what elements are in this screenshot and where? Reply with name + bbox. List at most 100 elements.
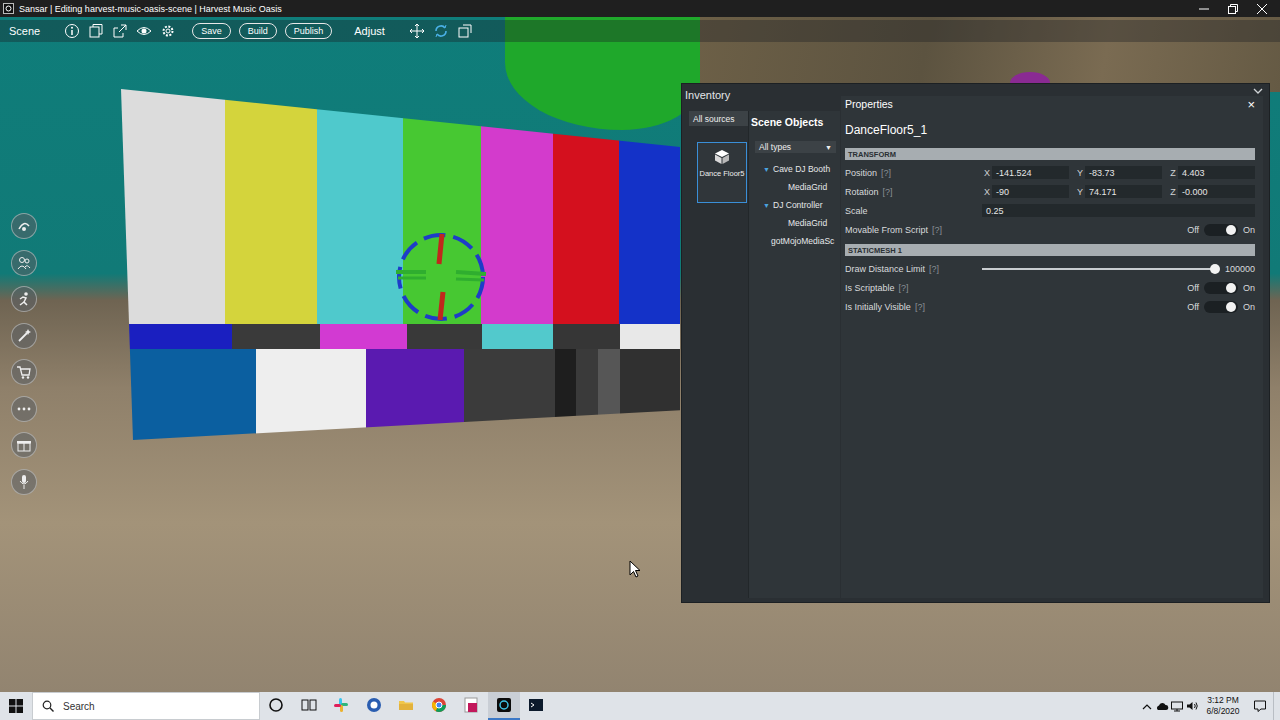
color-bar bbox=[121, 89, 225, 324]
label-text: Position bbox=[845, 168, 877, 178]
tree-item[interactable]: MediaGrid bbox=[749, 214, 840, 232]
restore-button[interactable] bbox=[1218, 0, 1247, 17]
help-link[interactable]: [?] bbox=[929, 264, 939, 274]
window-title: Sansar | Editing harvest-music-oasis-sce… bbox=[19, 4, 282, 14]
chevron-up-tray-button[interactable] bbox=[1139, 692, 1154, 720]
fly-tool-button[interactable] bbox=[11, 213, 37, 239]
cortana-icon bbox=[268, 697, 284, 713]
adjust-label[interactable]: Adjust bbox=[354, 25, 385, 37]
tree-item[interactable]: ▼DJ Controller bbox=[749, 196, 840, 214]
scene-viewport[interactable]: SceneSaveBuildPublishAdjustInventoryAll … bbox=[0, 17, 1280, 692]
save-button[interactable]: Save bbox=[192, 23, 231, 39]
inventory-source-filter[interactable]: All sources bbox=[689, 111, 749, 126]
inventory-item[interactable]: Dance Floor5 bbox=[697, 142, 747, 203]
microphone-icon bbox=[16, 474, 32, 490]
more-tool-button[interactable] bbox=[11, 396, 37, 422]
slider-track[interactable] bbox=[982, 268, 1215, 270]
gear-icon[interactable] bbox=[160, 23, 176, 39]
slider-reading: 100000 bbox=[1223, 264, 1255, 274]
people-icon bbox=[16, 255, 32, 271]
taskbar-app[interactable] bbox=[520, 692, 553, 720]
close-button[interactable]: × bbox=[1247, 98, 1255, 111]
scene-objects-header: Scene Objects bbox=[749, 111, 840, 133]
cloud-tray-button[interactable] bbox=[1154, 692, 1169, 720]
copy-icon[interactable] bbox=[88, 23, 104, 39]
number-field[interactable]: 4.403 bbox=[1178, 166, 1255, 179]
scale-icon[interactable] bbox=[457, 23, 473, 39]
number-field[interactable]: 74.171 bbox=[1085, 185, 1162, 198]
start-button[interactable] bbox=[0, 692, 32, 720]
type-filter[interactable]: All types▼ bbox=[755, 141, 836, 153]
color-bars-screen[interactable] bbox=[121, 89, 680, 440]
expand-arrow[interactable]: ▼ bbox=[763, 202, 773, 209]
sansar-logo-icon bbox=[3, 3, 14, 14]
number-field[interactable]: -90 bbox=[992, 185, 1069, 198]
left-tool-column bbox=[11, 213, 37, 495]
run-tool-button[interactable] bbox=[11, 286, 37, 312]
property-label: Draw Distance Limit[?] bbox=[845, 264, 982, 274]
help-link[interactable]: [?] bbox=[915, 302, 925, 312]
property-label: Position [?] bbox=[845, 168, 982, 178]
chrome-icon bbox=[431, 697, 447, 713]
network-tray-button[interactable] bbox=[1169, 692, 1184, 720]
scene-label[interactable]: Scene bbox=[9, 25, 40, 37]
restore-icon bbox=[1228, 4, 1238, 14]
taskbar-app[interactable] bbox=[455, 692, 488, 720]
taskbar-app[interactable] bbox=[325, 692, 358, 720]
editor-toolbar: Scene Save Build Publish Adjust bbox=[0, 20, 1280, 42]
color-bar bbox=[553, 324, 620, 349]
search-box[interactable]: Search bbox=[32, 692, 260, 720]
axis-label: Z bbox=[1168, 168, 1178, 178]
gift-tool-button[interactable] bbox=[11, 432, 37, 458]
toggle-switch[interactable] bbox=[1204, 301, 1238, 313]
publish-button[interactable]: Publish bbox=[285, 23, 333, 39]
section-title: TRANSFORM bbox=[848, 150, 896, 159]
item-label: Dance Floor5 bbox=[699, 169, 744, 178]
close-button[interactable] bbox=[1247, 0, 1276, 17]
help-link[interactable]: [?] bbox=[932, 225, 942, 235]
help-link[interactable]: [?] bbox=[883, 187, 893, 197]
build-button[interactable]: Build bbox=[239, 23, 277, 39]
mouse-cursor-icon bbox=[629, 560, 641, 578]
microphone-tool-button[interactable] bbox=[11, 469, 37, 495]
transform-gizmo-icon[interactable] bbox=[386, 222, 496, 332]
taskbar-app[interactable] bbox=[390, 692, 423, 720]
help-link[interactable]: [?] bbox=[899, 283, 909, 293]
toggle-switch[interactable] bbox=[1204, 224, 1238, 236]
show-desktop-button[interactable] bbox=[1273, 692, 1280, 720]
number-field[interactable]: -83.73 bbox=[1085, 166, 1162, 179]
collapse-icon[interactable] bbox=[1253, 87, 1263, 95]
wand-tool-button[interactable] bbox=[11, 323, 37, 349]
number-field[interactable]: -141.524 bbox=[992, 166, 1069, 179]
clock[interactable]: 3:12 PM6/8/2020 bbox=[1199, 695, 1247, 717]
tree-item[interactable]: gotMojoMediaSc bbox=[749, 232, 840, 250]
taskbar-app[interactable] bbox=[260, 692, 293, 720]
toggle-switch[interactable] bbox=[1204, 282, 1238, 294]
people-tool-button[interactable] bbox=[11, 250, 37, 276]
taskbar-app[interactable] bbox=[358, 692, 391, 720]
rotate-icon[interactable] bbox=[433, 23, 449, 39]
fly-icon bbox=[16, 218, 32, 234]
volume-tray-button[interactable] bbox=[1184, 692, 1199, 720]
slider-knob[interactable] bbox=[1210, 264, 1220, 274]
property-label: Movable From Script[?] bbox=[845, 225, 982, 235]
eye-icon[interactable] bbox=[136, 23, 152, 39]
expand-arrow[interactable]: ▼ bbox=[763, 166, 773, 173]
info-icon[interactable] bbox=[64, 23, 80, 39]
notifications-button[interactable] bbox=[1247, 699, 1273, 713]
cart-tool-button[interactable] bbox=[11, 359, 37, 385]
taskbar-app[interactable] bbox=[488, 692, 521, 720]
number-field[interactable]: 0.25 bbox=[982, 204, 1255, 217]
tree-item[interactable]: ▼Cave DJ Booth bbox=[749, 160, 840, 178]
minimize-button[interactable] bbox=[1189, 0, 1218, 17]
tree-item[interactable]: MediaGrid bbox=[749, 178, 840, 196]
export-icon[interactable] bbox=[112, 23, 128, 39]
taskbar-app[interactable] bbox=[423, 692, 456, 720]
section-header: STATICMESH 1 bbox=[845, 244, 1255, 256]
help-link[interactable]: [?] bbox=[881, 168, 891, 178]
bluecircle-icon bbox=[366, 697, 382, 713]
taskbar-app[interactable] bbox=[293, 692, 326, 720]
move-icon[interactable] bbox=[409, 23, 425, 39]
number-field[interactable]: -0.000 bbox=[1178, 185, 1255, 198]
volume-icon bbox=[1185, 699, 1199, 713]
